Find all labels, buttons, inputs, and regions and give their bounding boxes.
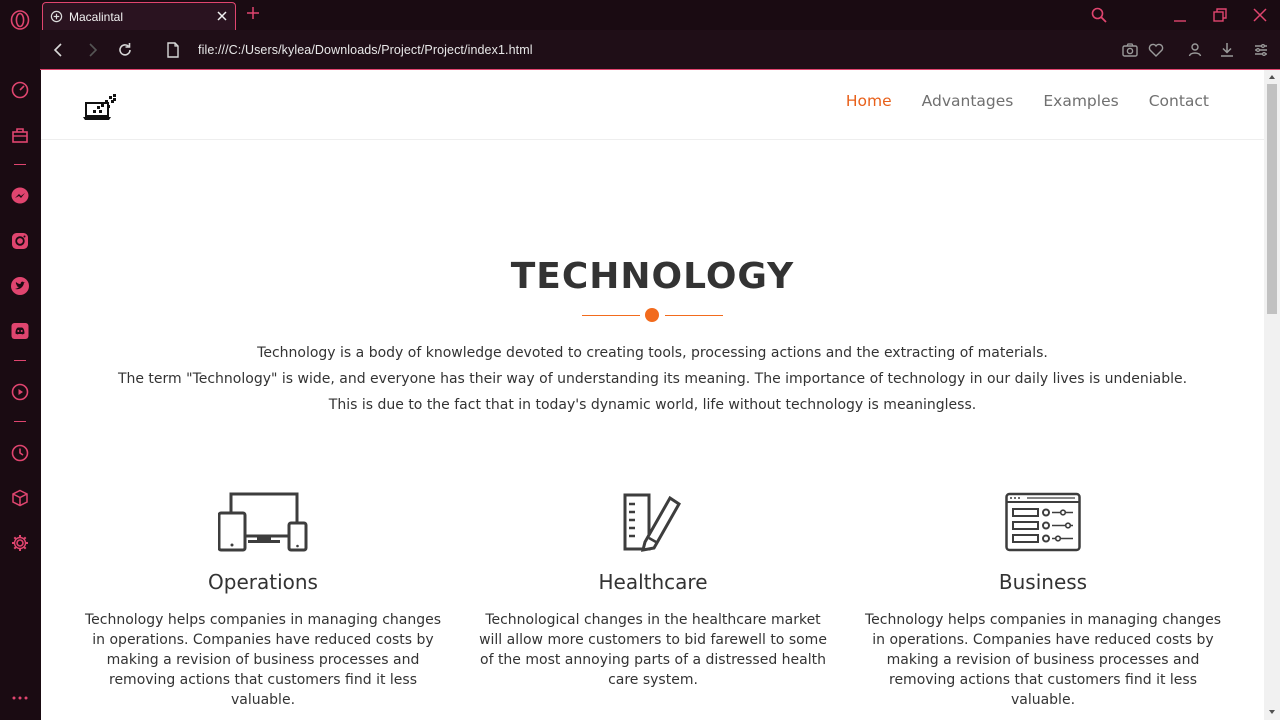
page-viewport: Home Advantages Examples Contact TECHNOL… [41,70,1264,720]
extensions-icon[interactable] [9,487,31,509]
twitter-icon[interactable] [9,275,31,297]
restore-icon[interactable] [1211,6,1229,24]
feature-healthcare: Healthcare Technological changes in the … [468,488,838,690]
feature-text: Technology helps companies in managing c… [864,612,1222,708]
player-icon[interactable] [9,381,31,403]
download-icon[interactable] [1218,41,1236,59]
laptop-logo-icon[interactable] [83,94,117,122]
url-field[interactable]: file:///C:/Users/kylea/Downloads/Project… [198,43,533,57]
forward-icon[interactable] [83,41,101,59]
opera-icon[interactable] [9,9,31,31]
close-window-icon[interactable] [1251,6,1269,24]
messenger-icon[interactable] [9,185,31,207]
feature-title: Operations [208,570,318,594]
intro-line: The term "Technology" is wide, and every… [117,371,1188,387]
search-icon[interactable] [1090,6,1108,24]
clipboard-pen-icon [623,493,681,552]
sidebar-separator [14,360,26,361]
close-tab-icon[interactable] [215,9,229,23]
devices-icon [218,492,308,552]
reload-icon[interactable] [116,41,134,59]
nav-home[interactable]: Home [846,92,892,110]
feature-operations: Operations Technology helps companies in… [78,488,448,710]
intro-line: This is due to the fact that in today's … [328,397,977,413]
new-tab-icon[interactable] [245,5,261,21]
nav-advantages[interactable]: Advantages [922,92,1014,110]
history-icon[interactable] [9,442,31,464]
address-bar: file:///C:/Users/kylea/Downloads/Project… [40,30,1280,70]
page-scrollbar[interactable] [1264,70,1280,720]
feature-business: Business Technology helps companies in m… [858,488,1228,710]
more-icon[interactable] [9,687,31,709]
feature-text: Technology helps companies in managing c… [84,612,442,708]
back-icon[interactable] [50,41,68,59]
discord-icon[interactable] [9,320,31,342]
sidebar-separator [14,164,26,165]
scroll-thumb[interactable] [1267,84,1277,314]
intro-line: Technology is a body of knowledge devote… [257,345,1048,361]
tab-bar: Macalintal [40,0,1280,30]
easy-setup-icon[interactable] [1252,41,1270,59]
feature-title: Business [998,570,1088,594]
settings-icon[interactable] [9,532,31,554]
speed-dial-icon[interactable] [9,79,31,101]
account-icon[interactable] [1186,41,1204,59]
site-header: Home Advantages Examples Contact [41,70,1264,140]
nav-contact[interactable]: Contact [1149,92,1209,110]
intro-text: Technology is a body of knowledge devote… [41,340,1264,418]
tab-active[interactable]: Macalintal [42,2,236,30]
hero-title: TECHNOLOGY [510,256,795,297]
tab-favicon-icon [50,10,63,23]
browser-sidebar [0,0,40,720]
tab-title: Macalintal [69,10,124,24]
snapshot-icon[interactable] [1121,41,1139,59]
minimize-icon[interactable] [1171,6,1189,24]
workspace-icon[interactable] [9,124,31,146]
feature-text: Technological changes in the healthcare … [479,612,827,688]
feature-title: Healthcare [598,570,708,594]
scroll-up-icon[interactable] [1268,73,1276,81]
site-nav: Home Advantages Examples Contact [846,92,1209,110]
sidebar-separator [14,421,26,422]
bookmark-heart-icon[interactable] [1147,41,1165,59]
scroll-down-icon[interactable] [1268,708,1276,716]
nav-examples[interactable]: Examples [1043,92,1118,110]
instagram-icon[interactable] [9,230,31,252]
dashboard-window-icon [1005,492,1081,552]
title-divider [582,308,723,324]
file-icon[interactable] [164,41,182,59]
